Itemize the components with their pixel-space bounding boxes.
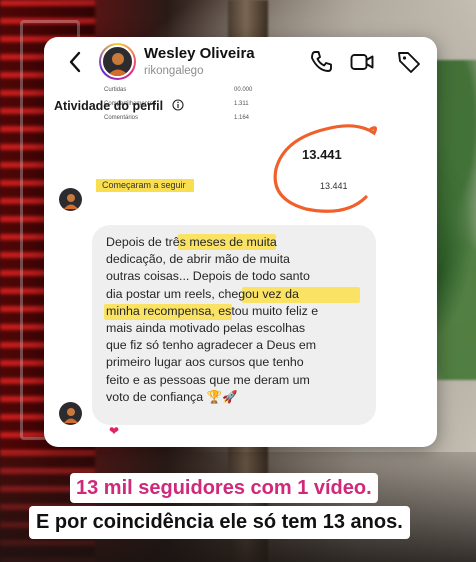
contact-handle: rikongalego: [144, 65, 204, 77]
caption-line-2: E por coincidência ele só tem 13 anos.: [29, 506, 410, 539]
orange-circle-annotation: [273, 124, 378, 213]
insight-row: Curtidas 00.000: [104, 87, 254, 93]
phone-call-icon[interactable]: [308, 49, 334, 75]
profile-avatar[interactable]: [99, 43, 136, 80]
message-text: Depois de três meses de muita dedicação,…: [106, 235, 319, 404]
heart-reaction-icon[interactable]: ❤: [104, 422, 124, 440]
insight-row-value: 00.000: [234, 87, 253, 93]
chevron-left-icon: [69, 51, 81, 73]
dm-header: Wesley Oliveira rikongalego: [44, 37, 437, 87]
started-following-label: Começaram a seguir: [102, 180, 186, 190]
person-icon: [63, 407, 78, 423]
caption-line-1: 13 mil seguidores com 1 vídeo.: [70, 473, 378, 503]
contact-name[interactable]: Wesley Oliveira: [144, 45, 255, 62]
sender-avatar[interactable]: [59, 188, 82, 211]
insight-row-value: 1.164: [234, 115, 250, 121]
dm-conversation-card: Wesley Oliveira rikongalego Curtidas 00.…: [44, 37, 437, 447]
profile-activity-title: Atividade do perfil: [54, 99, 164, 113]
insight-row-value: 1.311: [234, 101, 249, 107]
insight-row-label: Comentários: [104, 115, 139, 121]
video-call-icon[interactable]: [349, 49, 375, 75]
insight-row-label: Curtidas: [104, 87, 127, 93]
person-icon: [63, 193, 78, 209]
insight-row: Comentários 1.164: [104, 115, 254, 121]
avatar-photo: [101, 45, 134, 78]
tag-icon[interactable]: [396, 49, 422, 75]
sender-avatar[interactable]: [59, 402, 82, 425]
started-following-value: 13.441: [320, 181, 348, 191]
message-bubble[interactable]: Depois de três meses de muita dedicação,…: [92, 225, 376, 425]
info-icon: [172, 99, 184, 111]
back-button[interactable]: [64, 49, 86, 75]
person-icon: [106, 52, 129, 76]
profile-activity-total: 13.441: [302, 147, 342, 162]
